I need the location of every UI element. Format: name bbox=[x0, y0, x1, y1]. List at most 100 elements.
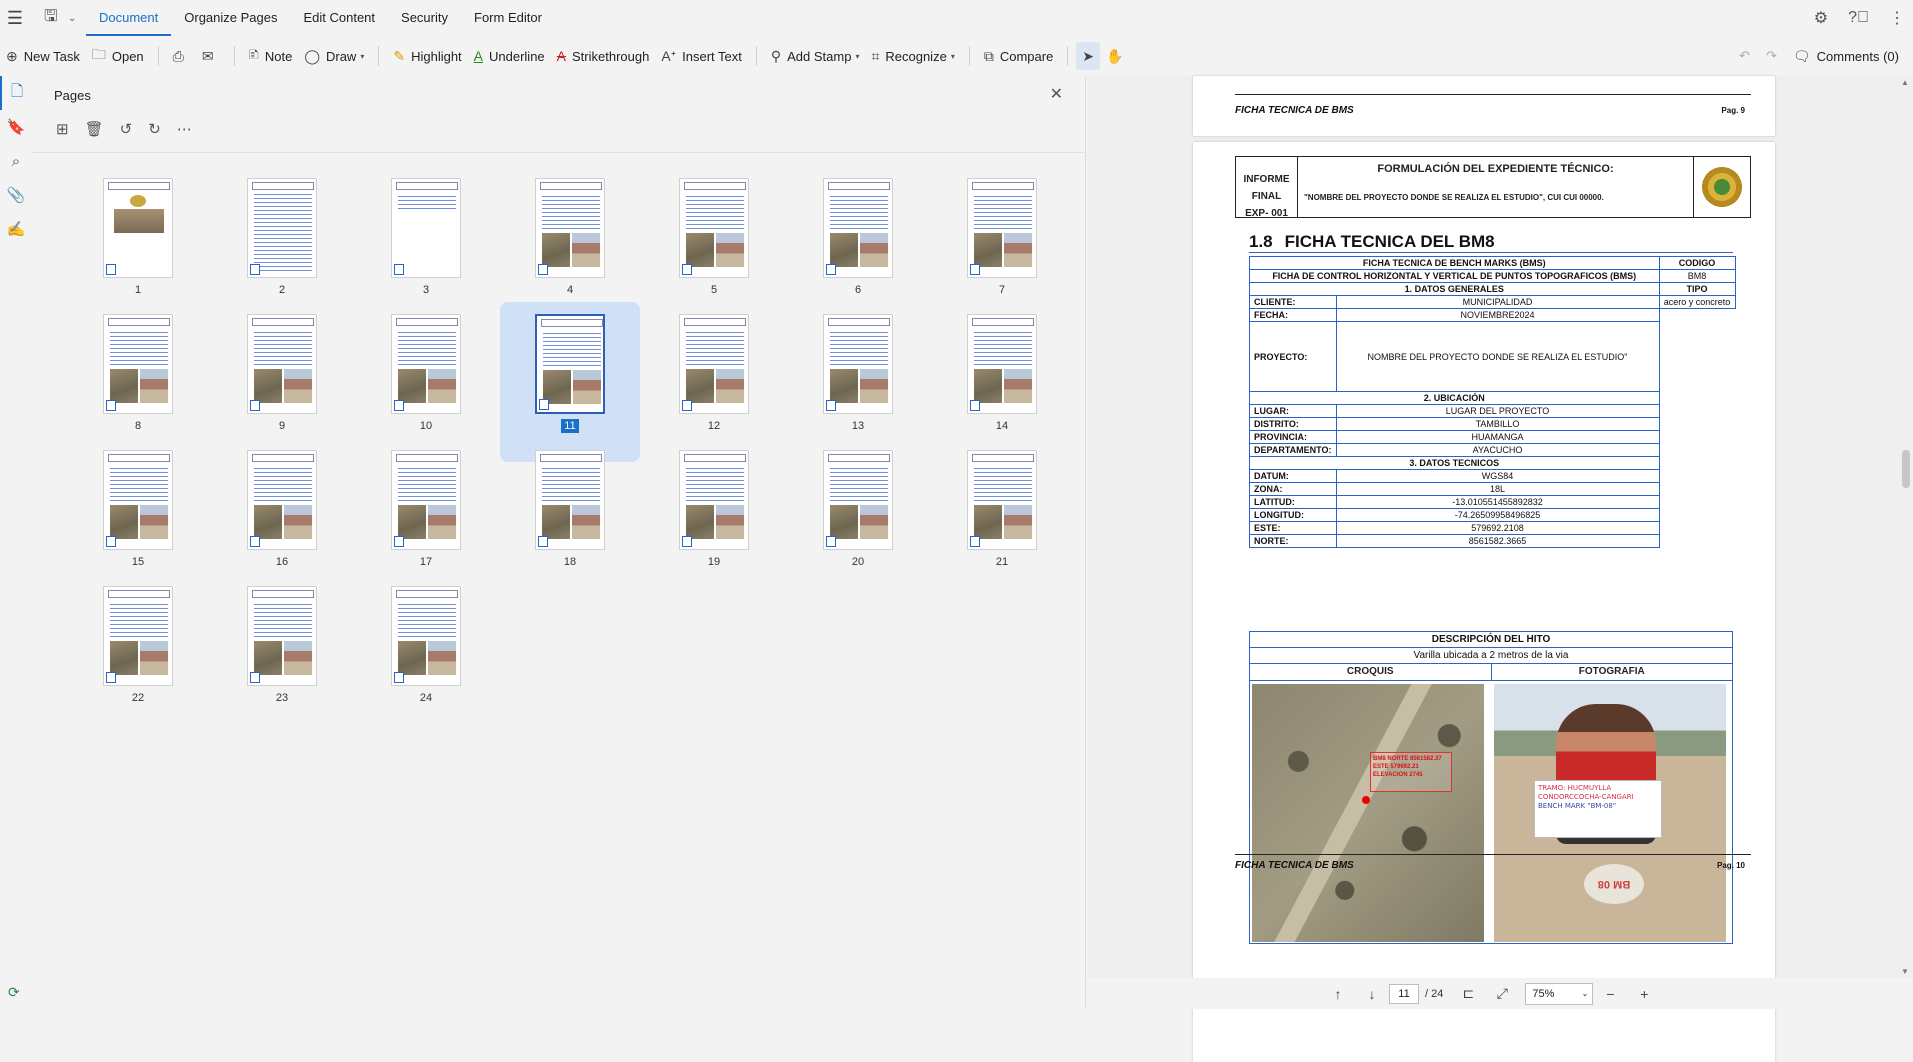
bookmark-icon[interactable]: 🔖 bbox=[0, 110, 32, 144]
document-scrollbar[interactable]: ▲ ▼ bbox=[1899, 76, 1913, 978]
note-icon: 🗈 bbox=[248, 46, 259, 62]
hand-tool-button[interactable]: ✋ bbox=[1100, 42, 1129, 70]
recognize-button[interactable]: ⌗ Recognize ▾ bbox=[865, 42, 960, 70]
thumb-header bbox=[108, 318, 170, 326]
table-title: FICHA TECNICA DE BENCH MARKS (BMS) bbox=[1249, 256, 1660, 270]
delete-page-icon[interactable]: 🗑 bbox=[85, 120, 104, 138]
page-thumbnail-image bbox=[535, 314, 605, 414]
search-icon[interactable]: ⌕ bbox=[0, 144, 32, 178]
page-thumbnail[interactable]: 22 bbox=[68, 574, 208, 734]
next-page-icon[interactable]: ↓ bbox=[1355, 986, 1389, 1002]
empty-cell bbox=[1659, 535, 1735, 548]
chevron-down-icon: ▾ bbox=[950, 51, 955, 61]
page-thumbnail[interactable]: 21 bbox=[932, 438, 1072, 598]
empty-cell bbox=[1659, 457, 1735, 470]
croquis-satellite-image: BM8 NORTE 8561582.37 ESTE 579692.21 ELEV… bbox=[1252, 684, 1484, 942]
tab-document[interactable]: Document bbox=[86, 0, 172, 36]
page-number-text: 1 bbox=[134, 284, 142, 296]
page-number-label: 21 bbox=[932, 556, 1072, 568]
page-number-text: 16 bbox=[275, 556, 289, 568]
page-number-label: 2 bbox=[212, 284, 352, 296]
footer-rule bbox=[1235, 94, 1751, 95]
thumb-table bbox=[398, 465, 456, 501]
draw-label: Draw bbox=[325, 48, 357, 64]
page-thumbnail[interactable]: 18 bbox=[500, 438, 640, 598]
rotate-right-icon[interactable]: ↻ bbox=[148, 120, 161, 138]
comments-button[interactable]: 🗨 Comments (0) bbox=[1793, 42, 1899, 70]
rotate-left-icon[interactable]: ↺ bbox=[120, 120, 133, 138]
thumb-photo bbox=[860, 233, 888, 267]
email-button[interactable]: ✉ bbox=[196, 42, 226, 70]
page-thumbnail-image bbox=[679, 450, 749, 550]
tab-form-editor[interactable]: Form Editor bbox=[461, 0, 555, 36]
compare-button[interactable]: ⧉ Compare bbox=[978, 42, 1059, 70]
thumb-header bbox=[972, 318, 1034, 326]
attachment-icon[interactable]: 📎 bbox=[0, 178, 32, 212]
tab-security[interactable]: Security bbox=[388, 0, 461, 36]
fullscreen-icon[interactable]: ⤢ bbox=[1485, 985, 1519, 1002]
current-page-input[interactable]: 11 bbox=[1389, 983, 1419, 1004]
status-search-icon[interactable]: ⟳ bbox=[8, 984, 20, 1001]
thumb-photo bbox=[110, 641, 138, 675]
insert-page-icon[interactable]: ⊞ bbox=[56, 120, 69, 138]
zoom-out-icon[interactable]: − bbox=[1593, 986, 1627, 1002]
note-button[interactable]: 🗈 Note bbox=[243, 42, 299, 70]
hito-description: Varilla ubicada a 2 metros de la via bbox=[1250, 648, 1732, 664]
help-icon[interactable]: ?⃝ bbox=[1848, 9, 1869, 27]
page-thumbnail-image bbox=[103, 178, 173, 278]
close-icon[interactable]: ✕ bbox=[1050, 84, 1063, 104]
select-tool-button[interactable]: ➤ bbox=[1076, 42, 1101, 70]
croquis-callout: BM8 NORTE 8561582.37 ESTE 579692.21 ELEV… bbox=[1370, 752, 1452, 792]
page-annotation-badge-icon bbox=[682, 400, 692, 411]
thumb-header bbox=[540, 454, 602, 462]
new-task-button[interactable]: ⊕ New Task bbox=[0, 42, 86, 70]
settings-gear-icon[interactable]: ⚙ bbox=[1814, 8, 1828, 28]
underline-button[interactable]: A Underline bbox=[468, 42, 551, 70]
zoom-select[interactable]: 75% ⌄ bbox=[1525, 982, 1594, 1005]
page-fit-icon[interactable]: ⊏ bbox=[1451, 985, 1485, 1002]
scrollbar-thumb[interactable] bbox=[1902, 450, 1910, 488]
thumb-header bbox=[396, 590, 458, 598]
draw-button[interactable]: ◯ Draw ▾ bbox=[298, 42, 370, 70]
thumb-photo bbox=[254, 505, 282, 539]
zoom-in-icon[interactable]: + bbox=[1627, 986, 1661, 1002]
fotografia-header: FOTOGRAFIA bbox=[1578, 666, 1645, 677]
page-thumbnail[interactable]: 20 bbox=[788, 438, 928, 598]
page-number-text: 18 bbox=[563, 556, 577, 568]
signature-icon[interactable]: ✍ bbox=[0, 212, 32, 246]
redo-icon[interactable]: ↷ bbox=[1766, 48, 1777, 64]
undo-icon[interactable]: ↶ bbox=[1739, 48, 1750, 64]
highlight-button[interactable]: ✎ Highlight bbox=[387, 42, 467, 70]
page-thumbnail[interactable]: 24 bbox=[356, 574, 496, 734]
page-thumbnail[interactable]: 23 bbox=[212, 574, 352, 734]
fecha-value: NOVIEMBRE2024 bbox=[1335, 308, 1660, 322]
save-icon[interactable]: 🖫 bbox=[44, 5, 68, 32]
tab-organize-pages[interactable]: Organize Pages bbox=[171, 0, 290, 36]
insert-text-button[interactable]: Aᐩ Insert Text bbox=[655, 42, 748, 70]
thumb-photo bbox=[830, 369, 858, 403]
thumb-photo bbox=[572, 505, 600, 539]
thumb-header bbox=[396, 454, 458, 462]
codigo-value: BM8 bbox=[1658, 269, 1736, 283]
page-number-label: 5 bbox=[644, 284, 784, 296]
thumb-header bbox=[540, 182, 602, 190]
tab-edit-content[interactable]: Edit Content bbox=[290, 0, 388, 36]
scroll-down-icon[interactable]: ▼ bbox=[1901, 967, 1909, 976]
more-icon[interactable]: ⋯ bbox=[177, 120, 192, 138]
hamburger-menu-icon[interactable]: ☰ bbox=[0, 0, 30, 36]
add-stamp-button[interactable]: ⚲ Add Stamp ▾ bbox=[765, 42, 866, 70]
thumb-photo bbox=[686, 369, 714, 403]
page-number-label: 16 bbox=[212, 556, 352, 568]
strikethrough-label: Strikethrough bbox=[572, 48, 650, 64]
save-dropdown-icon[interactable]: ⌄ bbox=[68, 13, 86, 24]
printer-icon: ⎙ bbox=[172, 47, 184, 64]
print-button[interactable]: ⎙ bbox=[167, 42, 196, 70]
strikethrough-button[interactable]: A Strikethrough bbox=[551, 42, 656, 70]
more-options-icon[interactable]: ⋮ bbox=[1889, 8, 1905, 28]
scroll-up-icon[interactable]: ▲ bbox=[1901, 78, 1909, 87]
pages-panel-icon[interactable]: 🗋 bbox=[0, 76, 32, 110]
thumb-table bbox=[686, 193, 744, 229]
page-thumbnail[interactable]: 19 bbox=[644, 438, 784, 598]
previous-page-icon[interactable]: ↑ bbox=[1321, 986, 1355, 1002]
open-button[interactable]: 🗀 Open bbox=[86, 42, 150, 70]
